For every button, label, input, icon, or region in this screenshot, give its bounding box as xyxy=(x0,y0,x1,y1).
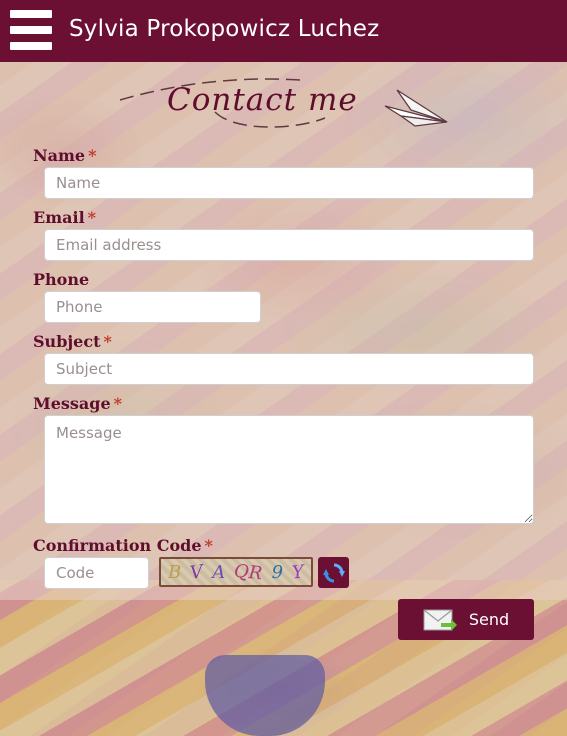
captcha-char: QR xyxy=(233,560,264,584)
name-input[interactable] xyxy=(44,167,534,199)
contact-heading: Contact me xyxy=(115,72,455,132)
contact-me-title: Contact me xyxy=(167,82,358,118)
hamburger-menu-icon[interactable] xyxy=(10,10,52,50)
message-label: Message * xyxy=(33,394,123,413)
paper-plane-icon xyxy=(384,89,448,127)
envelope-icon xyxy=(423,609,457,631)
captcha-char: B xyxy=(168,561,182,583)
captcha-char: A xyxy=(212,561,226,583)
refresh-captcha-button[interactable] xyxy=(318,557,349,588)
captcha-char: Y xyxy=(290,560,306,584)
confirmation-code-label: Confirmation Code * xyxy=(33,536,213,555)
send-label: Send xyxy=(468,610,510,629)
email-input[interactable] xyxy=(44,229,534,261)
email-label: Email * xyxy=(33,208,97,227)
message-textarea[interactable] xyxy=(44,415,534,524)
subject-input[interactable] xyxy=(44,353,534,385)
phone-label: Phone xyxy=(33,270,90,289)
captcha-char: V xyxy=(188,560,205,584)
site-header: Sylvia Prokopowicz Luchez xyxy=(0,0,567,62)
site-title[interactable]: Sylvia Prokopowicz Luchez xyxy=(69,16,379,42)
name-label: Name * xyxy=(33,146,97,165)
send-button[interactable]: Send xyxy=(398,599,534,640)
phone-input[interactable] xyxy=(44,291,261,323)
captcha-char: 9 xyxy=(271,561,284,583)
contact-me-graphic: Contact me xyxy=(119,78,448,128)
captcha-image: B V A QR 9 Y xyxy=(159,557,313,587)
subject-label: Subject * xyxy=(33,332,112,351)
confirmation-code-input[interactable] xyxy=(44,557,149,589)
refresh-icon xyxy=(322,563,345,582)
